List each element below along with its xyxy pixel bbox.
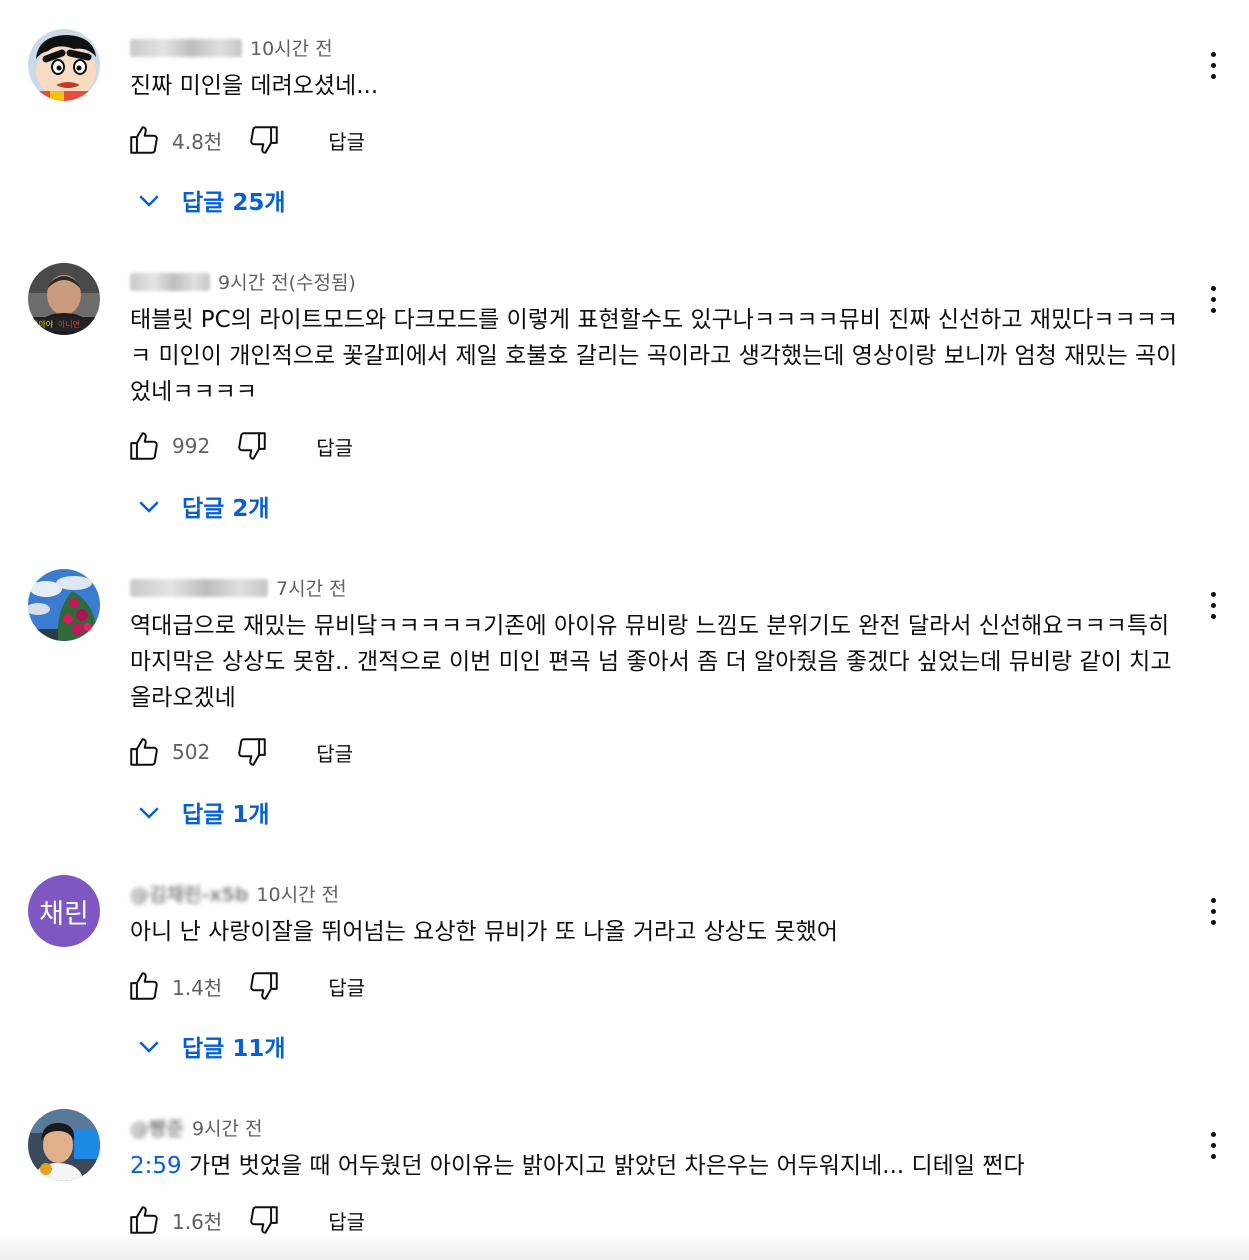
avatar[interactable]: 이아야 아니면	[28, 263, 100, 335]
comment-text: 역대급으로 재밌는 뮤비닼ㅋㅋㅋㅋㅋ기존에 아이유 뮤비랑 느낌도 분위기도 완…	[130, 613, 1172, 711]
more-actions-button[interactable]	[1198, 281, 1228, 317]
author-line: 10시간 전	[130, 34, 333, 61]
comment-time[interactable]: 10시간 전	[250, 34, 333, 61]
thumbs-up-icon	[130, 432, 158, 460]
author-name[interactable]: @김채린-x5b	[130, 880, 248, 907]
replies-label: 답글 2개	[182, 496, 270, 522]
comment-time[interactable]: 10시간 전	[256, 880, 339, 907]
view-replies-button[interactable]: 답글 2개	[134, 486, 270, 526]
like-count: 4.8천	[172, 129, 223, 154]
replies-label: 답글 1개	[182, 802, 270, 828]
like-count: 502	[172, 740, 211, 764]
author-line: 9시간 전(수정됨)	[130, 268, 356, 295]
reply-button[interactable]: 답글	[316, 738, 353, 767]
chevron-down-icon	[139, 807, 159, 819]
bottom-fade	[0, 1232, 1249, 1260]
like-button[interactable]	[126, 734, 162, 770]
svg-text:이아야: 이아야	[31, 319, 54, 329]
author-name[interactable]	[130, 38, 242, 57]
video-timestamp-link[interactable]: 2:59	[130, 1153, 182, 1179]
author-line: 7시간 전	[130, 574, 347, 601]
comment-time[interactable]: 7시간 전	[276, 574, 347, 601]
avatar[interactable]: 채린	[28, 875, 100, 947]
author-name[interactable]	[130, 578, 268, 597]
comment-text-body: 가면 벗었을 때 어두웠던 아이유는 밝아지고 밝았던 차은우는 어두워지네..…	[181, 1153, 1025, 1179]
avatar-initials: 채린	[39, 898, 89, 930]
comment-actions: 502 답글	[126, 732, 353, 772]
comment-text: 태블릿 PC의 라이트모드와 다크모드를 이렇게 표현할수도 있구나ㅋㅋㅋㅋ뮤비…	[130, 307, 1178, 405]
comment-text: 아니 난 사랑이잘을 뛰어넘는 요상한 뮤비가 또 나올 거라고 상상도 못했어	[130, 919, 838, 945]
svg-text:아니면: 아니면	[58, 319, 80, 329]
more-actions-button[interactable]	[1198, 893, 1228, 929]
more-actions-button[interactable]	[1198, 47, 1228, 83]
thumbs-down-icon	[250, 126, 278, 154]
dislike-button[interactable]	[246, 968, 282, 1004]
thumbs-down-icon	[250, 972, 278, 1000]
like-count: 1.6천	[172, 1209, 223, 1234]
reply-button[interactable]: 답글	[328, 972, 365, 1001]
thumbs-up-icon	[130, 972, 158, 1000]
comment-text: 2:59 가면 벗었을 때 어두웠던 아이유는 밝아지고 밝았던 차은우는 어두…	[130, 1148, 1180, 1184]
dislike-button[interactable]	[246, 122, 282, 158]
avatar[interactable]	[28, 29, 100, 101]
reply-button[interactable]: 답글	[328, 126, 365, 155]
replies-label: 답글 11개	[182, 1036, 286, 1062]
view-replies-button[interactable]: 답글 11개	[134, 1026, 286, 1066]
chevron-down-icon	[139, 501, 159, 513]
comment-time[interactable]: 9시간 전	[192, 1114, 263, 1141]
author-name[interactable]	[130, 272, 210, 291]
comment-time[interactable]: 9시간 전(수정됨)	[218, 268, 356, 295]
thumbs-up-icon	[130, 738, 158, 766]
dislike-button[interactable]	[234, 428, 270, 464]
comment-actions: 1.4천 답글	[126, 966, 365, 1006]
reply-button[interactable]: 답글	[328, 1206, 365, 1235]
avatar[interactable]	[28, 569, 100, 641]
chevron-down-icon	[139, 195, 159, 207]
author-line: @빵준 9시간 전	[130, 1114, 263, 1141]
like-count: 1.4천	[172, 975, 223, 1000]
more-actions-button[interactable]	[1198, 1127, 1228, 1163]
avatar[interactable]	[28, 1109, 100, 1181]
view-replies-button[interactable]: 답글 25개	[134, 180, 286, 220]
chevron-down-icon	[139, 1041, 159, 1053]
author-name[interactable]: @빵준	[130, 1114, 184, 1141]
like-button[interactable]	[126, 122, 162, 158]
view-replies-button[interactable]: 답글 1개	[134, 792, 270, 832]
thumbs-up-icon	[130, 126, 158, 154]
comment-actions: 992 답글	[126, 426, 353, 466]
like-button[interactable]	[126, 968, 162, 1004]
reply-button[interactable]: 답글	[316, 432, 353, 461]
like-button[interactable]	[126, 428, 162, 464]
comment-text: 진짜 미인을 데려오셨네...	[130, 73, 379, 99]
like-count: 992	[172, 434, 211, 458]
thumbs-down-icon	[238, 432, 266, 460]
more-actions-button[interactable]	[1198, 587, 1228, 623]
thumbs-down-icon	[238, 738, 266, 766]
replies-label: 답글 25개	[182, 190, 286, 216]
dislike-button[interactable]	[234, 734, 270, 770]
author-line: @김채린-x5b 10시간 전	[130, 880, 339, 907]
comment-actions: 4.8천 답글	[126, 120, 365, 160]
